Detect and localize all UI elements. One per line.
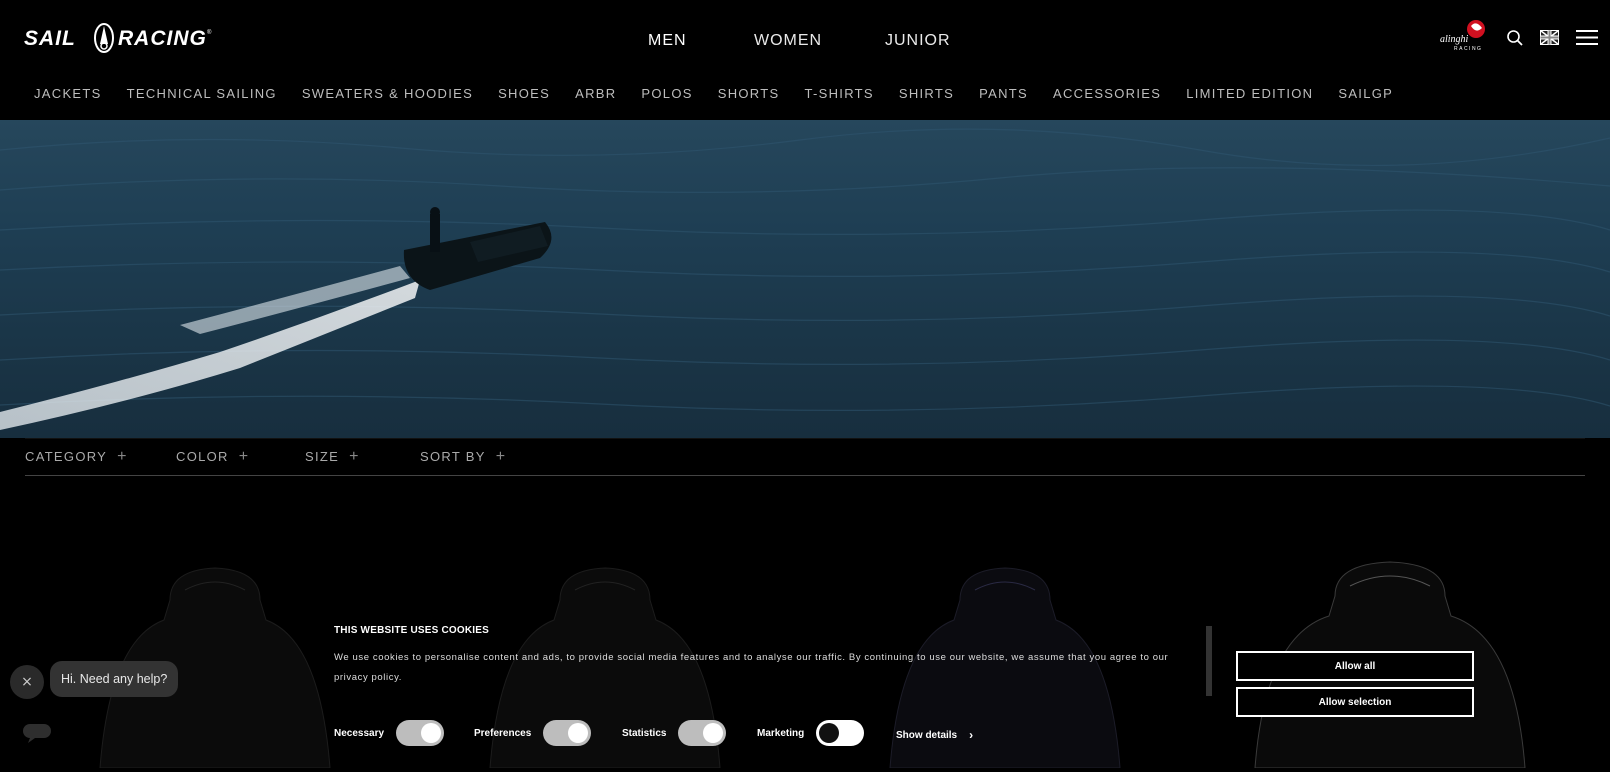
- plus-icon: +: [238, 448, 250, 465]
- filter-sort-by[interactable]: SORT BY +: [420, 448, 507, 465]
- allow-selection-button[interactable]: Allow selection: [1236, 687, 1474, 717]
- subnav-shoes[interactable]: SHOES: [498, 86, 550, 101]
- toggle-necessary: Necessary: [334, 720, 445, 746]
- toggle-preferences: Preferences: [474, 720, 592, 746]
- toggle-necessary-label: Necessary: [334, 727, 385, 739]
- subnav-pants[interactable]: PANTS: [979, 86, 1028, 101]
- svg-text:SAIL: SAIL: [24, 27, 76, 50]
- toggle-preferences-label: Preferences: [474, 727, 532, 739]
- svg-text:RACING: RACING: [1454, 46, 1482, 52]
- plus-icon: +: [117, 448, 128, 465]
- filter-color[interactable]: COLOR +: [176, 448, 250, 465]
- chat-message-bubble[interactable]: Hi. Need any help?: [50, 661, 179, 697]
- subnav-accessories[interactable]: ACCESSORIES: [1053, 86, 1161, 101]
- alinghi-racing-logo[interactable]: alinghi RACING: [1440, 18, 1492, 52]
- subnav-arbr[interactable]: ARBR: [575, 86, 616, 101]
- cookie-title: THIS WEBSITE USES COOKIES: [334, 625, 490, 636]
- menu-icon[interactable]: [1576, 30, 1598, 45]
- svg-text:alinghi: alinghi: [1440, 34, 1469, 45]
- toggle-statistics-label: Statistics: [622, 727, 667, 739]
- nav-women[interactable]: WOMEN: [754, 30, 822, 50]
- close-icon: ×: [21, 674, 33, 690]
- switch-knob: [819, 723, 840, 743]
- show-details-label: Show details: [896, 729, 958, 741]
- alinghi-logo-icon: alinghi RACING: [1440, 20, 1485, 52]
- switch-knob: [703, 723, 724, 743]
- show-details-link[interactable]: Show details ›: [896, 728, 973, 742]
- cookie-toggles: Necessary Preferences Statistics Marketi…: [334, 720, 984, 748]
- nav-junior[interactable]: JUNIOR: [885, 30, 951, 50]
- plus-icon: +: [495, 448, 507, 465]
- filter-size-label: SIZE: [305, 449, 340, 464]
- allow-all-button[interactable]: Allow all: [1236, 651, 1474, 681]
- sail-racing-logo[interactable]: SAIL RACING ®: [24, 20, 214, 54]
- subnav-jackets[interactable]: JACKETS: [34, 86, 102, 101]
- cookie-banner: THIS WEBSITE USES COOKIES We use cookies…: [334, 625, 1214, 688]
- toggle-marketing-label: Marketing: [757, 727, 805, 739]
- nav-men[interactable]: MEN: [648, 30, 687, 50]
- site-header: SAIL RACING ® MEN WOMEN JUNIOR alinghi R…: [0, 0, 1610, 120]
- filter-category[interactable]: CATEGORY +: [25, 448, 128, 465]
- statistics-switch[interactable]: [678, 720, 727, 746]
- plus-icon: +: [349, 448, 360, 465]
- flag-icon[interactable]: [1540, 29, 1559, 46]
- svg-text:RACING: RACING: [118, 27, 207, 50]
- subnav-shirts[interactable]: SHIRTS: [899, 86, 954, 101]
- subnav-shorts[interactable]: SHORTS: [718, 86, 780, 101]
- filter-color-label: COLOR: [176, 449, 229, 464]
- chevron-right-icon: ›: [969, 728, 974, 742]
- filter-sort-label: SORT BY: [420, 449, 486, 464]
- hero-video: [0, 120, 1610, 438]
- nav-junior-label: JUNIOR: [885, 32, 951, 49]
- nav-women-label: WOMEN: [754, 32, 823, 49]
- toggle-marketing: Marketing: [757, 720, 865, 746]
- filter-size[interactable]: SIZE +: [305, 448, 360, 465]
- switch-knob: [421, 723, 442, 743]
- nav-men-label: MEN: [648, 32, 687, 49]
- switch-knob: [568, 723, 589, 743]
- cookie-description: We use cookies to personalise content an…: [334, 652, 1169, 683]
- preferences-switch[interactable]: [543, 720, 592, 746]
- sail-racing-logo-icon: SAIL RACING ®: [24, 23, 212, 53]
- chat-icon[interactable]: [22, 722, 52, 744]
- subnav-t-shirts[interactable]: T-SHIRTS: [804, 86, 873, 101]
- filter-bar: CATEGORY + COLOR + SIZE + SORT BY +: [25, 438, 1585, 476]
- chat-close-button[interactable]: ×: [10, 665, 44, 699]
- hero-sea-image: [0, 128, 1610, 430]
- cookie-scrollbar[interactable]: [1206, 626, 1212, 696]
- necessary-switch[interactable]: [396, 720, 445, 746]
- marketing-switch[interactable]: [816, 720, 865, 746]
- subnav-technical-sailing[interactable]: TECHNICAL SAILING: [127, 86, 277, 101]
- subnav-sweaters-hoodies[interactable]: SWEATERS & HOODIES: [302, 86, 473, 101]
- toggle-statistics: Statistics: [622, 720, 727, 746]
- subnav-limited-edition[interactable]: LIMITED EDITION: [1186, 86, 1313, 101]
- search-icon[interactable]: [1506, 29, 1524, 47]
- category-subnav: JACKETS TECHNICAL SAILING SWEATERS & HOO…: [34, 86, 1418, 101]
- subnav-polos[interactable]: POLOS: [641, 86, 692, 101]
- filter-category-label: CATEGORY: [25, 449, 108, 464]
- svg-text:®: ®: [207, 29, 212, 36]
- subnav-sailgp[interactable]: SAILGP: [1338, 86, 1393, 101]
